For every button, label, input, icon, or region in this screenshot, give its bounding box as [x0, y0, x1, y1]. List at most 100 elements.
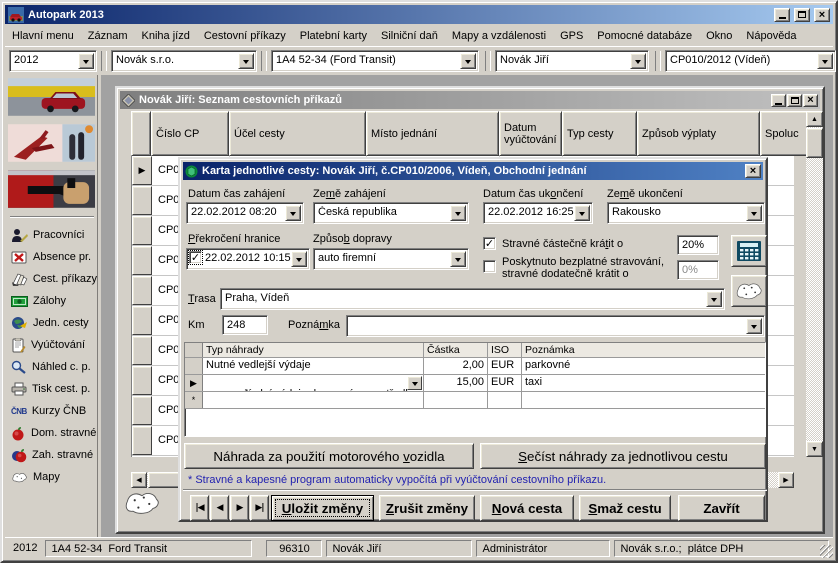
grid-row-current[interactable]: ▶ Jízdní výdaje dopravním prostředkem 15… [185, 375, 765, 392]
record-prev-button[interactable]: ◀ [210, 495, 229, 521]
dropdown-icon[interactable] [291, 251, 307, 267]
dropdown-icon[interactable] [574, 205, 590, 221]
dropdown-icon[interactable] [817, 53, 833, 69]
cnb-icon: ČNB [11, 407, 27, 416]
dropdown-icon[interactable] [78, 53, 94, 69]
meal-reduction-percent-field[interactable]: 20% [677, 235, 719, 255]
menu-platebni-karty[interactable]: Platební karty [293, 28, 374, 44]
transport-mode-combo[interactable]: auto firemní [313, 248, 469, 270]
close-icon[interactable]: × [814, 8, 830, 22]
menu-napoveda[interactable]: Nápověda [739, 28, 803, 44]
delete-trip-button[interactable]: Smaž cestu [579, 495, 671, 521]
scroll-up-icon[interactable]: ▲ [806, 111, 823, 127]
driver-select[interactable]: Novák Jiří [495, 50, 649, 72]
company-select[interactable]: Novák s.r.o. [111, 50, 257, 72]
dropdown-icon[interactable] [450, 205, 466, 221]
close-button[interactable]: Zavřít [678, 495, 765, 521]
column-header[interactable]: Způsob výplaty [637, 111, 760, 156]
menu-hlavni-menu[interactable]: Hlavní menu [5, 28, 81, 44]
dialog-title: Karta jednotlivé cesty: Novák Jiří, č.CP… [202, 165, 741, 177]
menu-gps[interactable]: GPS [553, 28, 590, 44]
free-meals-percent-field[interactable]: 0% [677, 260, 719, 280]
end-country-combo[interactable]: Rakousko [607, 202, 765, 224]
meal-reduction-checkbox[interactable]: ✓ [483, 237, 496, 250]
close-icon[interactable]: × [803, 94, 818, 107]
close-icon[interactable]: × [745, 164, 761, 178]
sidebar-item-pracovnici[interactable]: Pracovníci [5, 224, 97, 246]
maximize-icon[interactable] [794, 8, 810, 22]
dropdown-icon[interactable] [706, 291, 722, 307]
record-first-button[interactable]: |◀ [190, 495, 209, 521]
minimize-icon[interactable] [774, 8, 790, 22]
vertical-scrollbar[interactable]: ▲ ▼ [806, 111, 823, 457]
sidebar-item-zalohy[interactable]: Zálohy [5, 290, 97, 312]
vehicle-compensation-button[interactable]: Náhrada za použití motorového vozidla [184, 443, 474, 469]
remark-combo[interactable] [346, 315, 765, 337]
sidebar-item-vyuctovani[interactable]: Vyúčtování [5, 334, 97, 356]
sidebar-item-zah-stravne[interactable]: Zah. stravné [5, 444, 97, 466]
grid-row-new[interactable]: * [185, 392, 765, 409]
trip-select[interactable]: CP010/2012 (Vídeň) [665, 50, 836, 72]
dropdown-icon[interactable] [285, 205, 301, 221]
dropdown-icon[interactable] [746, 205, 762, 221]
menu-kniha-jizd[interactable]: Kniha jízd [135, 28, 197, 44]
save-button[interactable]: Uložit změny [271, 495, 374, 521]
border-crossing-combo[interactable]: ✓ 22.02.2012 10:15 [186, 248, 310, 270]
dropdown-icon[interactable] [746, 318, 762, 334]
resize-grip[interactable] [820, 545, 833, 558]
sidebar-item-cest-prikazy[interactable]: Cest. příkazy [5, 268, 97, 290]
sidebar-item-mapy[interactable]: Mapy [5, 466, 97, 488]
dropdown-icon[interactable] [460, 53, 476, 69]
km-field[interactable]: 248 [222, 315, 268, 335]
record-next-button[interactable]: ▶ [230, 495, 249, 521]
menu-silnicni-dan[interactable]: Silniční daň [374, 28, 445, 44]
new-trip-button[interactable]: Nová cesta [480, 495, 574, 521]
sidebar-item-tisk[interactable]: Tisk cest. p. [5, 378, 97, 400]
column-header[interactable]: Datum vyúčtování [499, 111, 562, 156]
dropdown-icon[interactable] [238, 53, 254, 69]
sum-trip-button[interactable]: Sečíst náhrady za jednotlivou cestu [480, 443, 766, 469]
dialog-titlebar: Karta jednotlivé cesty: Novák Jiří, č.CP… [183, 162, 763, 180]
menu-cestovni-prikazy[interactable]: Cestovní příkazy [197, 28, 293, 44]
minimize-icon[interactable] [771, 94, 786, 107]
column-header[interactable]: Spoluc [760, 111, 812, 156]
sidebar-item-dom-stravne[interactable]: Dom. stravné [5, 422, 97, 444]
maximize-icon[interactable] [787, 94, 802, 107]
start-country-combo[interactable]: Česká republika [313, 202, 469, 224]
sidebar-item-kurzy-cnb[interactable]: ČNB Kurzy ČNB [5, 400, 97, 422]
sidebar-item-jedn-cesty[interactable]: Jedn. cesty [5, 312, 97, 334]
menu-pomocne-databaze[interactable]: Pomocné databáze [590, 28, 699, 44]
menubar: Hlavní menu Záznam Kniha jízd Cestovní p… [5, 26, 833, 46]
sidebar-item-nahled-cp[interactable]: Náhled c. p. [5, 356, 97, 378]
vehicle-select[interactable]: 1A4 52-34 (Ford Transit) [271, 50, 479, 72]
scroll-down-icon[interactable]: ▼ [806, 441, 823, 457]
cancel-button[interactable]: Zrušit změny [379, 495, 475, 521]
column-header[interactable]: Číslo CP [151, 111, 229, 156]
calculator-button[interactable] [731, 235, 767, 267]
menu-zaznam[interactable]: Záznam [81, 28, 135, 44]
sidebar-item-absence[interactable]: Absence pr. [5, 246, 97, 268]
start-datetime-combo[interactable]: 22.02.2012 08:20 [186, 202, 304, 224]
dropdown-icon[interactable] [630, 53, 646, 69]
scrollbar-thumb[interactable] [806, 128, 823, 158]
free-meals-checkbox[interactable] [483, 260, 496, 273]
menu-okno[interactable]: Okno [699, 28, 739, 44]
menu-mapy-a-vzdalenosti[interactable]: Mapy a vzdálenosti [445, 28, 553, 44]
scroll-left-icon[interactable]: ◀ [131, 472, 147, 488]
scroll-right-icon[interactable]: ▶ [778, 472, 794, 488]
end-datetime-combo[interactable]: 22.02.2012 16:25 [483, 202, 593, 224]
dropdown-icon[interactable] [450, 251, 466, 267]
grid-row[interactable]: Nutné vedlejší výdaje 2,00 EUR parkovné [185, 358, 765, 375]
route-combo[interactable]: Praha, Vídeň [220, 288, 725, 310]
column-header[interactable]: Místo jednání [366, 111, 499, 156]
year-select[interactable]: 2012 [9, 50, 97, 72]
car-photo [8, 78, 95, 116]
record-last-button[interactable]: ▶| [250, 495, 269, 521]
border-crossing-label: Překročení hranice [188, 233, 280, 245]
map-button[interactable] [731, 275, 767, 307]
grid-type-combo[interactable]: Jízdní výdaje dopravním prostředkem [203, 375, 424, 391]
border-crossing-checkbox[interactable]: ✓ [189, 251, 202, 264]
dropdown-icon[interactable] [407, 376, 422, 390]
column-header[interactable]: Účel cesty [229, 111, 366, 156]
column-header[interactable]: Typ cesty [562, 111, 637, 156]
